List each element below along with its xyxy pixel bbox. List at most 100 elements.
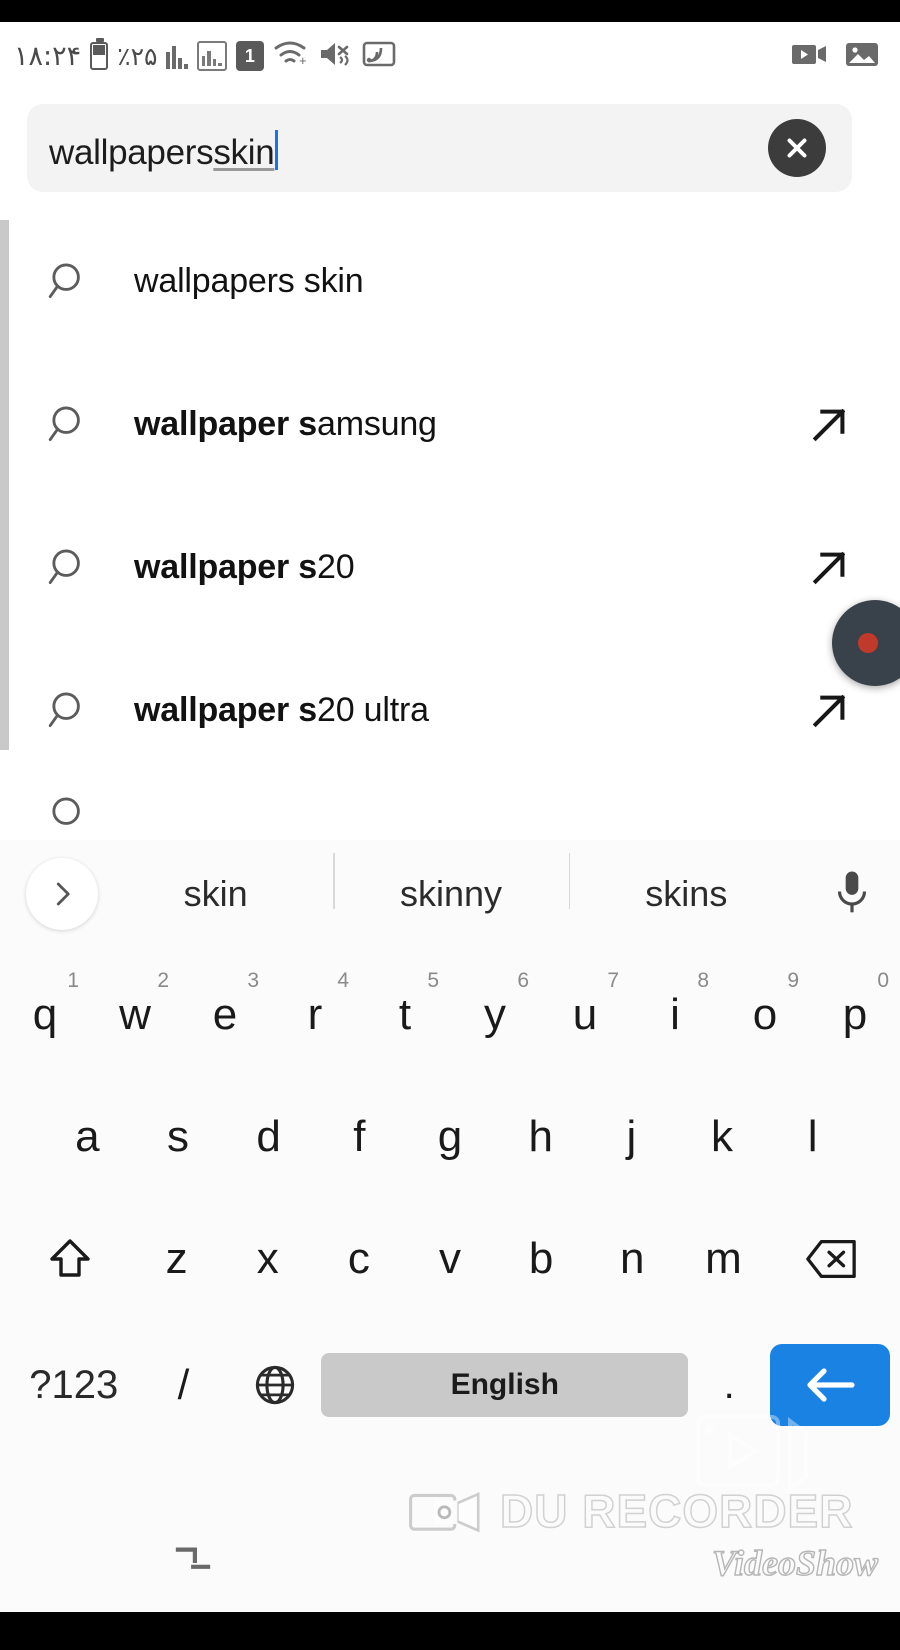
keyboard-rows: 1q 2w 3e 4r 5t 6y 7u 8i 9o 0p a s d f g … bbox=[0, 948, 900, 1450]
key-u-number: 7 bbox=[607, 969, 619, 992]
candidate-1[interactable]: skinny bbox=[333, 853, 568, 915]
voice-input-button[interactable] bbox=[804, 867, 900, 921]
language-switch-key[interactable] bbox=[229, 1333, 321, 1437]
key-q-label: q bbox=[32, 990, 58, 1039]
list-item[interactable]: wallpaper s20 ultra bbox=[0, 639, 900, 782]
key-p[interactable]: 0p bbox=[810, 963, 900, 1067]
search-bar[interactable]: wallpapers skin bbox=[27, 104, 852, 192]
backspace-key[interactable] bbox=[769, 1207, 892, 1311]
screen-cast-icon bbox=[361, 39, 397, 74]
close-icon bbox=[787, 138, 807, 158]
key-q-number: 1 bbox=[67, 969, 79, 992]
key-v[interactable]: v bbox=[404, 1207, 495, 1311]
candidate-2[interactable]: skins bbox=[568, 853, 804, 915]
suggestion-text: wallpapers skin bbox=[102, 262, 800, 301]
search-input[interactable]: wallpapers skin bbox=[27, 124, 768, 173]
scrollbar[interactable] bbox=[0, 220, 9, 750]
key-y-label: y bbox=[484, 990, 506, 1039]
shift-key[interactable] bbox=[8, 1207, 131, 1311]
key-p-label: p bbox=[842, 990, 868, 1039]
slash-key[interactable]: / bbox=[138, 1333, 230, 1437]
suggestion-text: wallpaper s20 bbox=[102, 548, 800, 587]
fill-query-arrow-icon[interactable] bbox=[800, 402, 852, 448]
candidate-0[interactable]: skin bbox=[98, 873, 333, 915]
search-value-composing: skin bbox=[213, 132, 275, 172]
backspace-icon bbox=[805, 1240, 856, 1278]
space-key[interactable]: English bbox=[321, 1353, 689, 1417]
videoshow-watermark: VideoShow bbox=[711, 1542, 878, 1583]
letterbox-bottom bbox=[0, 1612, 900, 1650]
key-d[interactable]: d bbox=[223, 1085, 314, 1189]
key-q[interactable]: 1q bbox=[0, 963, 90, 1067]
key-i-label: i bbox=[670, 990, 680, 1039]
sim-signal-icon bbox=[196, 41, 227, 71]
search-icon bbox=[46, 259, 102, 305]
key-e-label: e bbox=[212, 990, 238, 1039]
key-i-number: 8 bbox=[697, 969, 709, 992]
sim-number-icon: 1 bbox=[235, 41, 264, 71]
recents-icon bbox=[175, 1547, 211, 1569]
key-u[interactable]: 7u bbox=[540, 963, 630, 1067]
status-bar-left: ١٨:٢۴ ٪٢۵ 1 + bbox=[14, 38, 397, 74]
key-f[interactable]: f bbox=[314, 1085, 405, 1189]
du-recorder-logo-icon bbox=[409, 1492, 480, 1533]
phone-screen: ١٨:٢۴ ٪٢۵ 1 + wallpapers skin wallpapers… bbox=[0, 0, 900, 1650]
search-icon bbox=[46, 545, 102, 591]
keyboard-row-1: 1q 2w 3e 4r 5t 6y 7u 8i 9o 0p bbox=[0, 954, 900, 1076]
video-record-icon bbox=[790, 39, 830, 74]
key-r-label: r bbox=[307, 990, 323, 1039]
key-w-number: 2 bbox=[157, 969, 169, 992]
key-k[interactable]: k bbox=[677, 1085, 768, 1189]
suggestion-match: wallpaper s bbox=[134, 548, 317, 586]
suggestion-match: wallpaper s bbox=[134, 691, 317, 729]
key-t[interactable]: 5t bbox=[360, 963, 450, 1067]
key-s[interactable]: s bbox=[133, 1085, 224, 1189]
key-y[interactable]: 6y bbox=[450, 963, 540, 1067]
key-r[interactable]: 4r bbox=[270, 963, 360, 1067]
key-i[interactable]: 8i bbox=[630, 963, 720, 1067]
fill-query-arrow-icon[interactable] bbox=[800, 688, 852, 734]
key-x[interactable]: x bbox=[222, 1207, 313, 1311]
suggestion-rest: 20 bbox=[317, 548, 355, 586]
key-j[interactable]: j bbox=[586, 1085, 677, 1189]
list-item[interactable]: wallpaper s20 bbox=[0, 496, 900, 639]
clear-search-button[interactable] bbox=[768, 119, 826, 177]
wifi-icon: + bbox=[273, 39, 309, 74]
text-caret bbox=[275, 129, 279, 170]
key-b[interactable]: b bbox=[496, 1207, 587, 1311]
key-g[interactable]: g bbox=[405, 1085, 496, 1189]
record-dot-icon bbox=[858, 633, 878, 653]
candidate-container: skin skinny skins bbox=[98, 853, 804, 915]
keyboard-row-2: a s d f g h j k l bbox=[0, 1076, 900, 1198]
suggestion-text: wallpaper s20 ultra bbox=[102, 691, 800, 730]
suggestion-rest: amsung bbox=[317, 405, 437, 443]
key-n[interactable]: n bbox=[587, 1207, 678, 1311]
key-w[interactable]: 2w bbox=[90, 963, 180, 1067]
search-icon bbox=[46, 402, 102, 448]
key-e[interactable]: 3e bbox=[180, 963, 270, 1067]
symbols-key[interactable]: ?123 bbox=[10, 1333, 138, 1437]
key-l[interactable]: l bbox=[767, 1085, 858, 1189]
globe-icon bbox=[256, 1365, 295, 1405]
suggestion-match: wallpaper s bbox=[134, 405, 317, 443]
key-h[interactable]: h bbox=[495, 1085, 586, 1189]
search-icon bbox=[46, 793, 102, 840]
key-o[interactable]: 9o bbox=[720, 963, 810, 1067]
list-item[interactable]: wallpapers skin bbox=[0, 210, 900, 353]
recents-button[interactable] bbox=[170, 1542, 216, 1589]
status-bar-right bbox=[790, 39, 886, 74]
key-m[interactable]: m bbox=[678, 1207, 769, 1311]
key-z[interactable]: z bbox=[131, 1207, 222, 1311]
key-t-label: t bbox=[398, 990, 412, 1039]
key-a[interactable]: a bbox=[42, 1085, 133, 1189]
key-w-label: w bbox=[119, 990, 151, 1039]
status-bar: ١٨:٢۴ ٪٢۵ 1 + bbox=[0, 22, 900, 90]
search-icon bbox=[46, 688, 102, 734]
fill-query-arrow-icon[interactable] bbox=[800, 545, 852, 591]
svg-text:+: + bbox=[299, 53, 307, 68]
battery-percent: ٪٢۵ bbox=[117, 41, 158, 71]
expand-suggestions-button[interactable] bbox=[26, 858, 98, 930]
key-c[interactable]: c bbox=[313, 1207, 404, 1311]
suggestion-match: wallpapers skin bbox=[134, 262, 364, 300]
list-item[interactable]: wallpaper samsung bbox=[0, 353, 900, 496]
